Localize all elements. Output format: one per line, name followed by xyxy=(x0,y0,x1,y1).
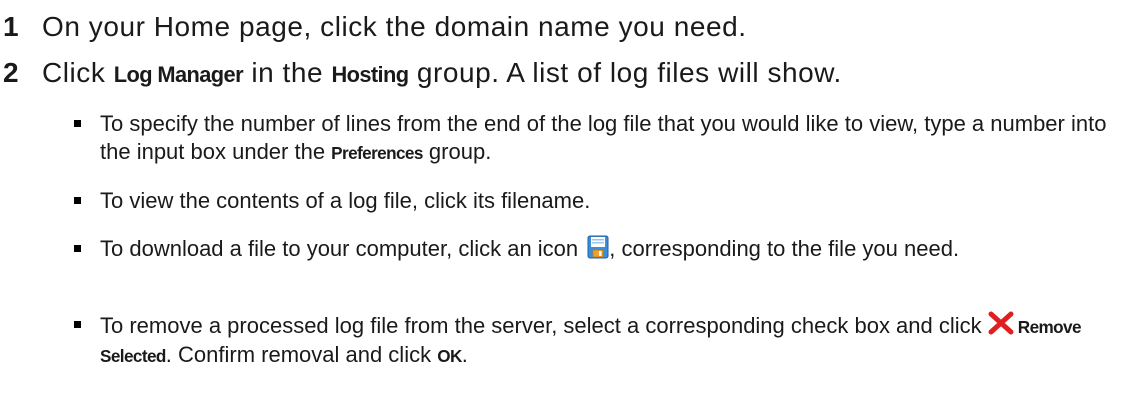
text-run: To specify the number of lines from the … xyxy=(100,111,1107,164)
text-run: . xyxy=(461,342,468,367)
text-run: in the xyxy=(242,57,332,88)
bullet-marker xyxy=(74,321,81,328)
bullet-text: To download a file to your computer, cli… xyxy=(100,235,1110,263)
step-number: 1 xyxy=(3,11,19,42)
instruction-document: 1 On your Home page, click the domain na… xyxy=(0,0,1129,394)
bullet-marker xyxy=(74,120,81,127)
step-text: On your Home page, click the domain name… xyxy=(42,11,747,42)
bullet-marker xyxy=(74,245,81,252)
text-run: . Confirm removal and click xyxy=(165,342,438,367)
text-run: group. xyxy=(422,139,492,164)
remove-icon xyxy=(988,311,1014,335)
text-run: To download a file to your computer, cli… xyxy=(100,236,585,261)
step-number: 2 xyxy=(3,57,19,88)
text-run: group. A list of log files will show. xyxy=(408,57,842,88)
text-run: , corresponding to the file you need. xyxy=(609,236,960,261)
bullet-marker xyxy=(74,197,81,204)
save-icon xyxy=(587,235,609,259)
ui-term-preferences: Preferences xyxy=(331,143,423,163)
step-text: Click Log Manager in the Hosting group. … xyxy=(42,56,842,92)
bullet-text: To view the contents of a log file, clic… xyxy=(100,188,591,213)
bullet-text: To remove a processed log file from the … xyxy=(100,311,1110,370)
ui-term-hosting: Hosting xyxy=(331,62,409,87)
bullet-text: To specify the number of lines from the … xyxy=(100,110,1110,167)
text-run: Click xyxy=(42,57,114,88)
text-run: To remove a processed log file from the … xyxy=(100,313,988,338)
ui-term-ok: OK xyxy=(437,346,462,366)
ui-term-log-manager: Log Manager xyxy=(113,62,244,87)
